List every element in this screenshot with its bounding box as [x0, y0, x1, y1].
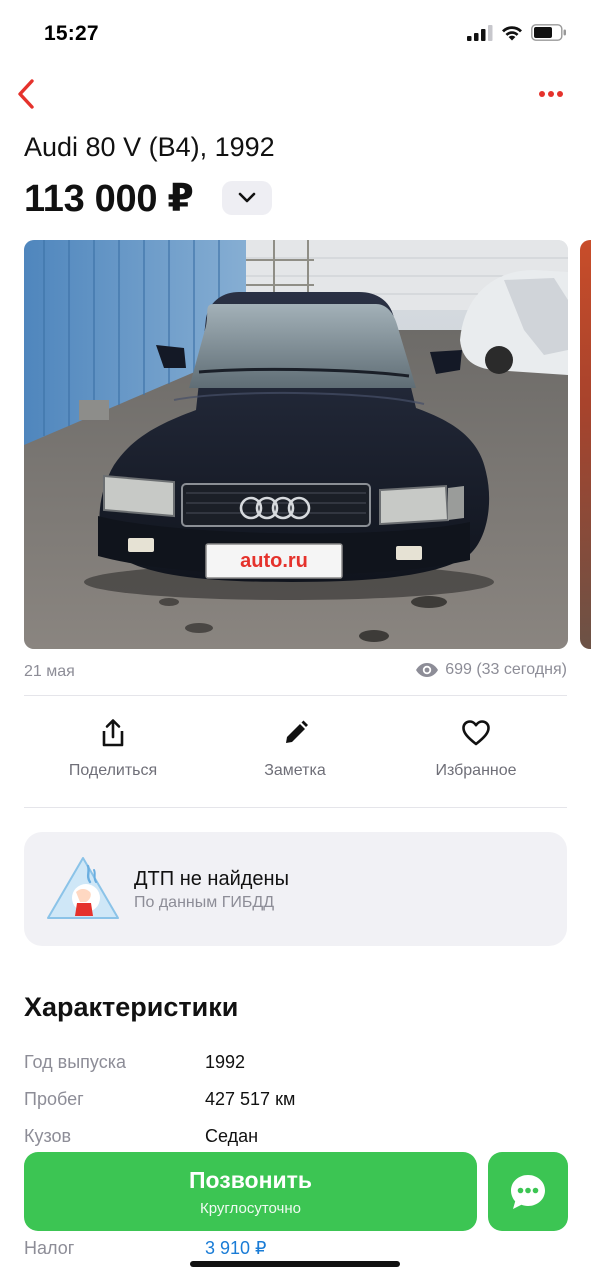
spec-key-tax: Налог	[24, 1238, 75, 1258]
price-history-button[interactable]	[222, 181, 272, 215]
accident-report-title: ДТП не найдены	[134, 868, 289, 890]
more-button[interactable]	[535, 82, 567, 106]
listing-price: 113 000 ₽	[24, 178, 194, 220]
note-button[interactable]: Заметка	[215, 718, 375, 780]
chevron-left-icon	[18, 79, 34, 109]
share-label: Поделиться	[68, 762, 158, 779]
favorite-button[interactable]: Избранное	[396, 718, 556, 780]
status-time: 15:27	[44, 22, 99, 45]
spec-value-tax-link[interactable]: 3 910 ₽	[205, 1238, 267, 1259]
accident-check-icon	[47, 857, 119, 919]
publish-date: 21 мая	[24, 663, 75, 680]
call-button[interactable]: Позвонить Круглосуточно	[24, 1152, 477, 1231]
heart-icon	[462, 720, 490, 746]
home-indicator	[190, 1261, 400, 1267]
chevron-down-icon	[238, 192, 256, 203]
call-button-label: Позвонить	[188, 1166, 313, 1193]
spec-value-body: Седан	[205, 1126, 259, 1146]
chat-button[interactable]	[488, 1152, 568, 1231]
note-label: Заметка	[264, 762, 326, 779]
spec-key-year: Год выпуска	[24, 1052, 126, 1072]
views-counter: 699 (33 сегодня)	[415, 661, 567, 679]
divider	[24, 807, 567, 808]
share-button[interactable]: Поделиться	[33, 718, 193, 780]
listing-title: Audi 80 V (B4), 1992	[24, 132, 275, 162]
cellular-signal-icon	[467, 24, 493, 41]
car-photo[interactable]: auto.ru	[24, 240, 568, 649]
license-plate-text: auto.ru	[240, 550, 308, 572]
specs-heading: Характеристики	[24, 992, 239, 1022]
spec-key-mileage: Пробег	[24, 1089, 84, 1109]
share-icon	[102, 719, 124, 747]
divider	[24, 695, 567, 696]
pencil-icon	[286, 720, 308, 743]
spec-value-mileage: 427 517 км	[205, 1089, 296, 1109]
call-button-sublabel: Круглосуточно	[200, 1199, 301, 1217]
chat-bubble-icon	[511, 1174, 545, 1209]
accident-report-subtitle: По данным ГИБДД	[134, 894, 275, 911]
favorite-label: Избранное	[435, 762, 517, 779]
wifi-icon	[502, 25, 522, 40]
views-count: 699 (33 сегодня)	[445, 661, 567, 678]
next-photo-peek[interactable]	[580, 240, 591, 649]
spec-key-body: Кузов	[24, 1126, 72, 1146]
status-icons	[467, 24, 567, 41]
more-dots-icon	[539, 91, 563, 97]
back-button[interactable]	[10, 76, 42, 112]
spec-value-year: 1992	[205, 1052, 246, 1072]
accident-report-card[interactable]: ДТП не найдены По данным ГИБДД	[24, 832, 567, 946]
car-photo-image	[24, 240, 568, 649]
eye-icon	[416, 663, 439, 677]
battery-icon	[531, 24, 566, 41]
